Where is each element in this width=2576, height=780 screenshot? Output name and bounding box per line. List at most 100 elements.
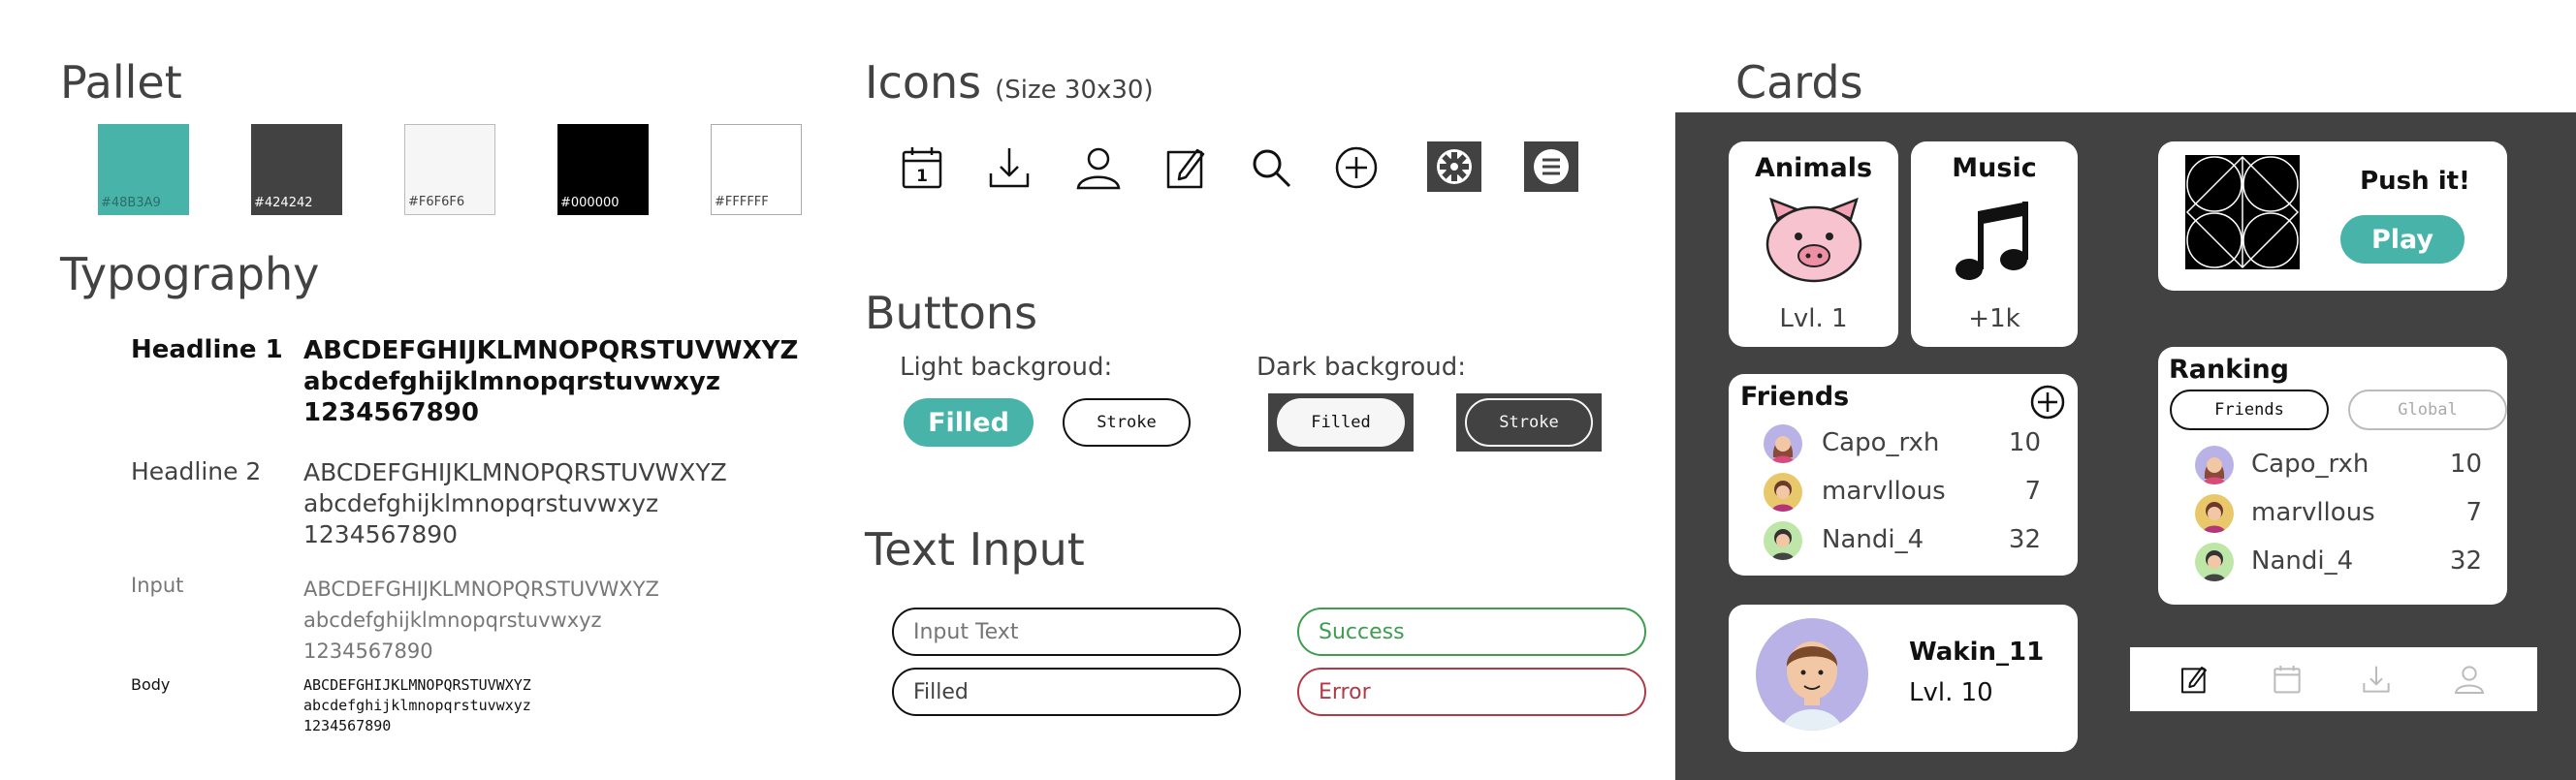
body-label: Body (131, 675, 171, 694)
nav-user-icon[interactable] (2454, 664, 2485, 695)
sample-lower: abcdefghijklmnopqrstuvwxyz (303, 697, 531, 714)
ranking-tab-friends[interactable]: Friends (2170, 390, 2329, 430)
filled-input-field[interactable]: Filled (892, 668, 1241, 716)
light-background-label: Light backgroud: (900, 353, 1113, 382)
error-input-field[interactable]: Error (1297, 668, 1646, 716)
user-icon[interactable] (1074, 143, 1123, 192)
light-filled-button[interactable]: Filled (904, 398, 1034, 447)
add-circle-icon[interactable] (1332, 143, 1381, 192)
pattern-thumbnail (2185, 155, 2300, 269)
profile-name: Wakin_11 (1909, 638, 2045, 667)
friend-score: 32 (2008, 525, 2041, 554)
profile-avatar (1756, 618, 1868, 731)
swatch-label: #FFFFFF (715, 195, 769, 209)
dark-background-label: Dark backgroud: (1256, 353, 1467, 382)
ranking-score: 32 (2449, 546, 2482, 576)
push-card[interactable]: Push it! Play (2158, 141, 2507, 291)
menu-icon[interactable] (1524, 141, 1578, 192)
cards-title: Cards (1735, 56, 1863, 109)
text-input-title: Text Input (865, 523, 1085, 576)
friend-score: 7 (2024, 477, 2041, 506)
headline2-label: Headline 2 (131, 457, 262, 485)
music-card-title: Music (1952, 153, 2037, 183)
swatch-black: #000000 (557, 124, 649, 215)
nav-download-icon[interactable] (2361, 664, 2392, 695)
icons-heading: Icons (865, 56, 982, 109)
swatch-accent: #48B3A9 (98, 124, 189, 215)
dark-stroke-button[interactable]: Stroke (1465, 398, 1593, 447)
pig-icon (1765, 197, 1862, 283)
play-button[interactable]: Play (2340, 215, 2465, 264)
swatch-light: #F6F6F6 (404, 124, 495, 215)
bottom-nav (2130, 647, 2537, 711)
swatch-label: #424242 (254, 196, 313, 210)
download-icon[interactable] (985, 143, 1034, 192)
ranking-name: Nandi_4 (2251, 546, 2354, 576)
sample-digits: 1234567890 (303, 640, 433, 663)
light-stroke-button[interactable]: Stroke (1063, 398, 1191, 447)
palette-title: Pallet (60, 56, 182, 109)
ranking-name: marvllous (2251, 498, 2375, 527)
avatar (1764, 424, 1802, 463)
sample-digits: 1234567890 (303, 520, 459, 548)
nav-calendar-icon[interactable] (2272, 664, 2303, 695)
avatar (1764, 521, 1802, 560)
sample-upper: ABCDEFGHIJKLMNOPQRSTUVWXYZ (303, 676, 531, 694)
sample-upper: ABCDEFGHIJKLMNOPQRSTUVWXYZ (303, 458, 727, 486)
headline2-sample: ABCDEFGHIJKLMNOPQRSTUVWXYZ abcdefghijklm… (303, 457, 727, 550)
music-card[interactable]: Music +1k (1911, 141, 2078, 347)
avatar (2195, 494, 2234, 533)
avatar (2195, 446, 2234, 484)
success-input-field[interactable]: Success (1297, 608, 1646, 656)
music-note-icon (1956, 202, 2028, 280)
profile-level: Lvl. 10 (1909, 678, 1993, 707)
sample-digits: 1234567890 (303, 717, 392, 734)
sample-digits: 1234567890 (303, 398, 479, 427)
ranking-score: 10 (2449, 450, 2482, 479)
nav-edit-icon[interactable] (2178, 664, 2210, 695)
animals-card[interactable]: Animals Lvl. 1 (1729, 141, 1898, 347)
typography-title: Typography (60, 248, 320, 300)
dark-filled-button[interactable]: Filled (1277, 398, 1405, 447)
sample-lower: abcdefghijklmnopqrstuvwxyz (303, 608, 602, 632)
sample-lower: abcdefghijklmnopqrstuvwxyz (303, 367, 721, 396)
headline1-label: Headline 1 (131, 335, 283, 364)
friend-name: marvllous (1822, 477, 1946, 506)
calendar-day: 1 (916, 167, 928, 186)
profile-card[interactable]: Wakin_11 Lvl. 10 (1729, 605, 2078, 752)
ranking-score: 7 (2465, 498, 2482, 527)
swatch-white: #FFFFFF (711, 124, 802, 215)
animals-card-title: Animals (1754, 153, 1873, 183)
input-text-field[interactable] (892, 608, 1241, 656)
body-sample: ABCDEFGHIJKLMNOPQRSTUVWXYZ abcdefghijklm… (303, 675, 531, 736)
friend-score: 10 (2008, 428, 2041, 457)
swatch-label: #48B3A9 (101, 196, 161, 210)
edit-icon[interactable] (1161, 143, 1210, 192)
ranking-card: Ranking Friends Global Capo_rxh 10 marvl… (2158, 347, 2507, 605)
swatch-label: #F6F6F6 (408, 195, 465, 209)
ranking-card-title: Ranking (2169, 355, 2289, 385)
sample-upper: ABCDEFGHIJKLMNOPQRSTUVWXYZ (303, 336, 799, 365)
search-icon[interactable] (1247, 143, 1295, 192)
avatar (2195, 543, 2234, 581)
gear-icon[interactable] (1427, 141, 1481, 192)
push-card-title: Push it! (2360, 167, 2470, 196)
friends-card-title: Friends (1740, 382, 1850, 412)
add-friend-icon[interactable] (2029, 384, 2066, 421)
sample-lower: abcdefghijklmnopqrstuvwxyz (303, 489, 659, 517)
friends-card: Friends Capo_rxh 10 marvllous 7 Nandi_4 … (1729, 374, 2078, 576)
ranking-name: Capo_rxh (2251, 450, 2369, 479)
calendar-icon[interactable]: 1 (898, 143, 946, 192)
animals-level: Lvl. 1 (1779, 304, 1848, 333)
ranking-tab-global[interactable]: Global (2348, 390, 2507, 430)
input-type-label: Input (131, 574, 184, 597)
swatch-label: #000000 (560, 196, 620, 210)
sample-upper: ABCDEFGHIJKLMNOPQRSTUVWXYZ (303, 577, 659, 601)
headline1-sample: ABCDEFGHIJKLMNOPQRSTUVWXYZ abcdefghijklm… (303, 335, 798, 428)
icons-subtitle: (Size 30x30) (995, 76, 1154, 105)
icons-title: Icons (Size 30x30) (865, 56, 1154, 109)
friend-name: Capo_rxh (1822, 428, 1940, 457)
music-count: +1k (1968, 304, 2020, 333)
input-type-sample: ABCDEFGHIJKLMNOPQRSTUVWXYZ abcdefghijklm… (303, 574, 659, 667)
buttons-title: Buttons (865, 287, 1038, 339)
